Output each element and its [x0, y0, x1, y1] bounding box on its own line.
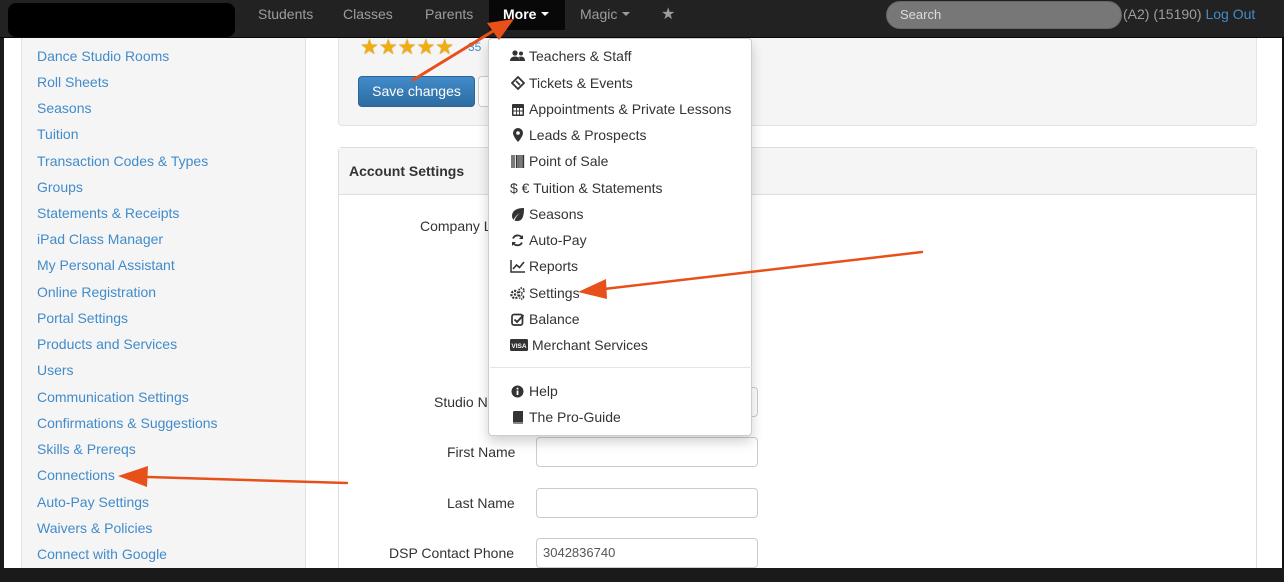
studio-name-label: Studio N — [434, 394, 488, 410]
sidebar-item-online-registration[interactable]: Online Registration — [37, 283, 156, 301]
leaf-icon — [510, 207, 525, 221]
sidebar-item-roll-sheets[interactable]: Roll Sheets — [37, 73, 109, 91]
sidebar-item-connections[interactable]: Connections — [37, 466, 115, 484]
menu-item-label: Help — [529, 383, 558, 399]
menu-item-teachers-staff[interactable]: Teachers & Staff — [510, 45, 631, 67]
sidebar-item-skills-prereqs[interactable]: Skills & Prereqs — [37, 440, 136, 458]
sidebar-item-statements-receipts[interactable]: Statements & Receipts — [37, 204, 179, 222]
more-dropdown-menu: Teachers & Staff Tickets & Events Appoin… — [488, 38, 752, 436]
user-info: (A2) (15190) Log Out — [1123, 0, 1255, 30]
chevron-down-icon — [622, 12, 631, 17]
contact-phone-field[interactable]: 3042836740 — [536, 538, 758, 568]
menu-item-label: The Pro-Guide — [529, 409, 621, 425]
chevron-down-icon — [541, 12, 550, 17]
nav-classes[interactable]: Classes — [343, 0, 393, 30]
sidebar-item-dance-studio-rooms[interactable]: Dance Studio Rooms — [37, 47, 169, 65]
company-logo-label: Company L — [420, 218, 492, 234]
top-navbar: Students Classes Parents More Magic ★ Se… — [0, 0, 1284, 38]
favorites-star-icon[interactable]: ★ — [661, 0, 675, 30]
nav-students[interactable]: Students — [258, 0, 313, 30]
refresh-icon — [510, 233, 525, 247]
menu-item-auto-pay[interactable]: Auto-Pay — [510, 229, 587, 251]
menu-item-label: Leads & Prospects — [529, 127, 647, 143]
sidebar-item-ipad-class-manager[interactable]: iPad Class Manager — [37, 230, 163, 248]
save-changes-button[interactable]: Save changes — [358, 76, 475, 107]
nav-magic-label: Magic — [580, 6, 618, 22]
sidebar-item-tuition[interactable]: Tuition — [37, 125, 79, 143]
bottom-frame — [0, 568, 1284, 582]
last-name-label: Last Name — [447, 495, 515, 511]
brand-logo-redacted — [8, 3, 235, 37]
panel-heading: Account Settings — [339, 148, 1256, 195]
sidebar-item-connect-google[interactable]: Connect with Google — [37, 545, 167, 563]
info-circle-icon — [510, 384, 525, 398]
menu-item-reports[interactable]: Reports — [510, 255, 578, 277]
contact-phone-label: DSP Contact Phone — [389, 545, 515, 561]
menu-item-label: Seasons — [529, 206, 584, 222]
svg-text:VISA: VISA — [511, 343, 526, 350]
sidebar-item-personal-assistant[interactable]: My Personal Assistant — [37, 256, 175, 274]
settings-sidebar: Dance Studio Rooms Roll Sheets Seasons T… — [21, 38, 306, 568]
menu-item-label: Settings — [529, 285, 580, 301]
menu-item-label: Point of Sale — [529, 153, 609, 169]
logout-link[interactable]: Log Out — [1205, 6, 1255, 22]
nav-magic[interactable]: Magic — [580, 0, 631, 30]
first-name-label: First Name — [447, 444, 516, 460]
menu-item-tickets-events[interactable]: Tickets & Events — [510, 72, 633, 94]
ticket-icon — [510, 76, 525, 90]
user-id-text: (A2) (15190) — [1123, 6, 1202, 22]
users-icon — [510, 49, 525, 63]
check-square-icon — [510, 312, 525, 326]
menu-item-leads-prospects[interactable]: Leads & Prospects — [510, 124, 647, 146]
menu-divider — [490, 367, 752, 368]
nav-more[interactable]: More — [489, 0, 565, 30]
menu-item-label: Tickets & Events — [529, 75, 633, 91]
map-marker-icon — [510, 128, 525, 142]
barcode-icon — [510, 154, 525, 168]
sidebar-item-transaction-codes[interactable]: Transaction Codes & Types — [37, 152, 208, 170]
menu-item-seasons[interactable]: Seasons — [510, 203, 583, 225]
sidebar-item-confirmations[interactable]: Confirmations & Suggestions — [37, 414, 218, 432]
menu-item-label: Reports — [529, 258, 579, 274]
book-icon — [510, 410, 525, 424]
menu-item-label: Balance — [529, 311, 580, 327]
menu-item-label: Teachers & Staff — [529, 48, 632, 64]
sidebar-item-portal-settings[interactable]: Portal Settings — [37, 309, 128, 327]
menu-item-pro-guide[interactable]: The Pro-Guide — [510, 406, 621, 428]
search-input[interactable]: Search — [886, 1, 1122, 29]
line-chart-icon — [510, 259, 525, 273]
last-name-field[interactable] — [536, 488, 758, 518]
menu-item-label: Merchant Services — [532, 337, 648, 353]
cogs-icon — [510, 286, 525, 300]
menu-item-point-of-sale[interactable]: Point of Sale — [510, 150, 608, 172]
sidebar-item-users[interactable]: Users — [37, 361, 74, 379]
menu-item-label: Auto-Pay — [529, 232, 587, 248]
menu-item-balance[interactable]: Balance — [510, 308, 580, 330]
nav-more-label: More — [503, 6, 537, 22]
sidebar-item-communication-settings[interactable]: Communication Settings — [37, 388, 189, 406]
menu-item-label: $ € Tuition & Statements — [510, 180, 663, 196]
sidebar-item-auto-pay-settings[interactable]: Auto-Pay Settings — [37, 493, 149, 511]
menu-item-settings[interactable]: Settings — [510, 282, 580, 304]
review-count-link[interactable]: 35 — [468, 40, 481, 54]
rating-stars: ★★★★★ — [360, 38, 455, 59]
menu-item-help[interactable]: Help — [510, 380, 558, 402]
sidebar-item-seasons[interactable]: Seasons — [37, 99, 91, 117]
calendar-icon — [510, 102, 525, 116]
menu-item-label: Appointments & Private Lessons — [529, 101, 732, 117]
nav-parents[interactable]: Parents — [425, 0, 473, 30]
visa-card-icon: VISA — [510, 338, 528, 352]
sidebar-item-products-services[interactable]: Products and Services — [37, 335, 177, 353]
menu-item-tuition-statements[interactable]: $ € Tuition & Statements — [510, 177, 663, 199]
menu-item-merchant-services[interactable]: VISA Merchant Services — [510, 334, 648, 356]
menu-item-appointments[interactable]: Appointments & Private Lessons — [510, 98, 731, 120]
first-name-field[interactable] — [536, 437, 758, 467]
sidebar-item-groups[interactable]: Groups — [37, 178, 83, 196]
sidebar-item-waivers-policies[interactable]: Waivers & Policies — [37, 519, 152, 537]
